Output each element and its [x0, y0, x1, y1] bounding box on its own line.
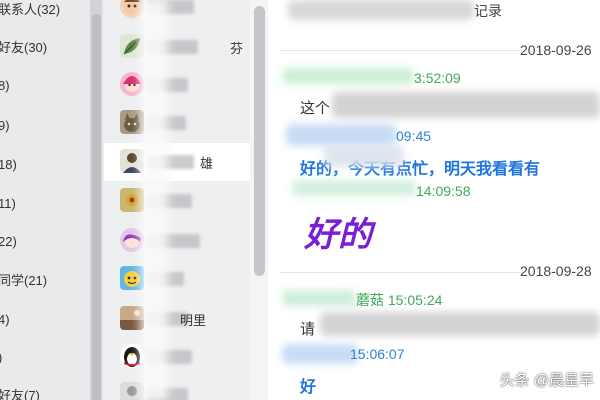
blurred-header: [288, 0, 474, 20]
blurred-sender: [282, 290, 356, 306]
message-text: 好: [300, 379, 317, 396]
blurred-sender: [292, 180, 416, 196]
message-timestamp: 09:45: [396, 128, 432, 144]
privacy-blur-mask: [134, 0, 174, 400]
group-item[interactable]: ): [0, 346, 2, 370]
contact-item[interactable]: [104, 338, 254, 376]
contact-item[interactable]: [104, 182, 254, 220]
contact-item[interactable]: [104, 0, 254, 26]
message-timestamp: 14:09:58: [416, 183, 471, 199]
contact-item[interactable]: [104, 222, 254, 260]
message-timestamp: 3:52:09: [414, 70, 461, 86]
group-item[interactable]: 联系人(32): [0, 0, 60, 22]
message-sender-timestamp: 蘑菇 15:05:24: [356, 292, 443, 308]
watermark: 头条 @晨星早: [499, 372, 594, 389]
contact-item[interactable]: 明里: [104, 300, 254, 338]
group-item[interactable]: 好友(7): [0, 384, 40, 400]
blurred-message-content: [324, 145, 404, 167]
contact-item[interactable]: 芬: [104, 28, 254, 66]
contact-name: 雄: [200, 156, 214, 171]
contact-item[interactable]: [104, 104, 254, 142]
date-separator: 2018-09-28: [520, 263, 592, 279]
message-text: 好的: [304, 215, 372, 255]
contact-name: 明里: [180, 313, 207, 328]
contact-item-selected[interactable]: 雄: [104, 143, 254, 181]
date-separator: 2018-09-26: [520, 42, 592, 58]
group-item[interactable]: 11): [0, 192, 16, 216]
group-item[interactable]: 4): [0, 308, 10, 332]
contact-scrollbar-thumb[interactable]: [254, 6, 265, 276]
blurred-message-content: [332, 92, 600, 118]
date-separator-line: [280, 50, 520, 51]
chat-header-title: 记录: [474, 3, 502, 19]
contact-item[interactable]: [104, 260, 254, 298]
contact-item[interactable]: [104, 66, 254, 104]
group-item[interactable]: 18): [0, 153, 17, 177]
message-text: 这个: [300, 100, 331, 117]
group-item[interactable]: 22): [0, 230, 17, 254]
contact-item[interactable]: [104, 376, 254, 400]
group-item[interactable]: 好友(30): [0, 36, 47, 60]
group-list: 联系人(32) 好友(30) 8) 9) 18) 11) 22) 同学(21) …: [0, 0, 104, 400]
blurred-message-content: [320, 312, 600, 336]
chat-history-panel: 记录 2018-09-26 3:52:09 这个 09:45 好的，今天有点忙，…: [268, 0, 600, 400]
group-scrollbar-thumb[interactable]: [92, 14, 101, 400]
message-text: 请: [300, 321, 316, 338]
blurred-sender: [282, 344, 358, 364]
blurred-sender: [286, 124, 396, 146]
message-timestamp: 15:06:07: [350, 346, 405, 362]
contact-name: 芬: [230, 41, 244, 56]
blurred-sender: [282, 68, 414, 84]
date-separator-line: [280, 272, 520, 273]
group-item[interactable]: 9): [0, 114, 10, 138]
group-item[interactable]: 同学(21): [0, 269, 47, 293]
group-item[interactable]: 8): [0, 74, 10, 98]
contact-list: 芬 雄 明里: [104, 0, 268, 400]
